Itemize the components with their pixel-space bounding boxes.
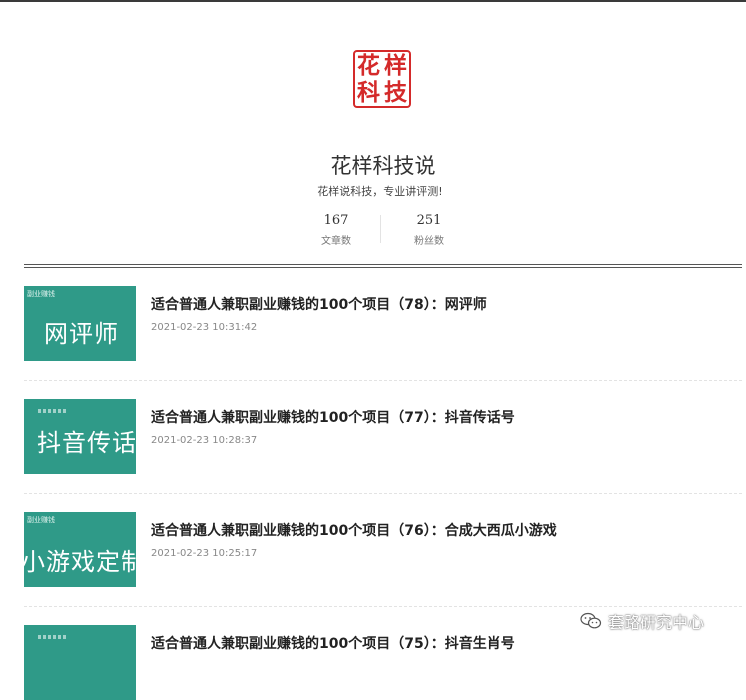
thumbnail-text: 网评师 [44,320,119,348]
watermark: 套路研究中心 [580,608,704,634]
thumbnail-decoration [38,635,68,639]
thumbnail-decoration [38,409,68,413]
article-separator [24,380,742,381]
logo-char: 花 [357,52,380,79]
article-item[interactable]: 副业赚钱 小游戏定制 适合普通人兼职副业赚钱的100个项目（76）：合成大西瓜小… [24,512,746,587]
stat-divider [380,215,381,243]
stat-articles-count: 167 [323,213,349,228]
top-border [0,0,746,2]
article-thumbnail[interactable]: 副业赚钱 小游戏定制 [24,512,136,587]
article-title[interactable]: 适合普通人兼职副业赚钱的100个项目（76）：合成大西瓜小游戏 [151,520,557,540]
logo-char: 科 [357,79,380,106]
stat-fans[interactable]: 251 粉丝数 [389,213,469,247]
stat-fans-label: 粉丝数 [414,236,444,247]
article-separator [24,493,742,494]
profile-name: 花样科技说 [330,154,436,178]
profile-bio: 花样说科技，专业讲评测! [317,185,443,198]
article-item[interactable]: 适合普通人兼职副业赚钱的100个项目（75）：抖音生肖号 [24,625,746,700]
article-thumbnail[interactable]: 抖音传话 [24,399,136,474]
thumbnail-tag: 副业赚钱 [27,516,55,524]
article-title[interactable]: 适合普通人兼职副业赚钱的100个项目（75）：抖音生肖号 [151,633,515,653]
article-separator [24,606,742,607]
article-thumbnail[interactable] [24,625,136,700]
logo-char: 样 [384,52,407,79]
article-time: 2021-02-23 10:28:37 [151,435,258,446]
article-item[interactable]: 抖音传话 适合普通人兼职副业赚钱的100个项目（77）：抖音传话号 2021-0… [24,399,746,474]
article-title[interactable]: 适合普通人兼职副业赚钱的100个项目（78）：网评师 [151,294,487,314]
stat-fans-count: 251 [416,213,442,228]
stat-articles-label: 文章数 [321,236,351,247]
profile-logo: 花 样 科 技 [353,50,411,108]
article-time: 2021-02-23 10:25:17 [151,548,258,559]
article-thumbnail[interactable]: 副业赚钱 网评师 [24,286,136,361]
watermark-text: 套路研究中心 [608,613,705,632]
logo-char: 技 [384,79,407,106]
stat-articles[interactable]: 167 文章数 [296,213,376,247]
thumbnail-text: 小游戏定制 [24,548,136,576]
article-title[interactable]: 适合普通人兼职副业赚钱的100个项目（77）：抖音传话号 [151,407,515,427]
section-divider [24,264,742,268]
article-time: 2021-02-23 10:31:42 [151,322,258,333]
article-item[interactable]: 副业赚钱 网评师 适合普通人兼职副业赚钱的100个项目（78）：网评师 2021… [24,286,746,361]
thumbnail-tag: 副业赚钱 [27,290,55,298]
thumbnail-text: 抖音传话 [37,429,136,457]
wechat-icon [580,612,602,629]
